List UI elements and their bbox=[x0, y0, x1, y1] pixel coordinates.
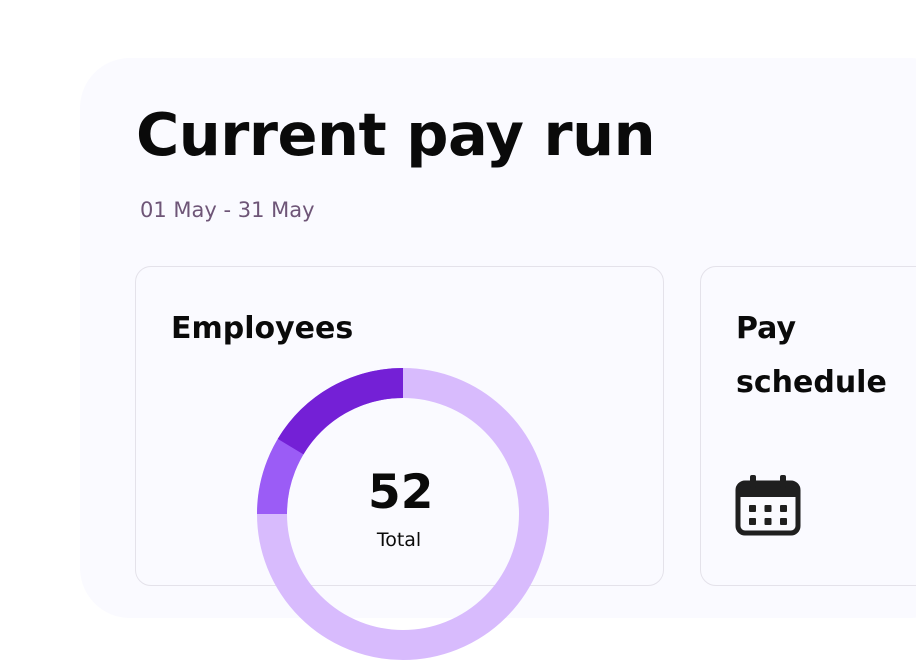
page-title: Current pay run bbox=[136, 100, 656, 169]
employees-card[interactable]: Employees 52 Total bbox=[135, 266, 664, 660]
employee-total-count: 52 bbox=[368, 465, 434, 520]
pay-schedule-card[interactable]: Pay schedule bbox=[700, 266, 916, 586]
pay-schedule-card-title: Pay schedule bbox=[736, 311, 887, 400]
donut-segment-dark bbox=[277, 367, 404, 455]
employees-card-title: Employees bbox=[171, 311, 354, 346]
employee-total-label: Total bbox=[376, 529, 422, 551]
date-range: 01 May - 31 May bbox=[140, 198, 315, 222]
calendar-icon bbox=[735, 475, 801, 536]
